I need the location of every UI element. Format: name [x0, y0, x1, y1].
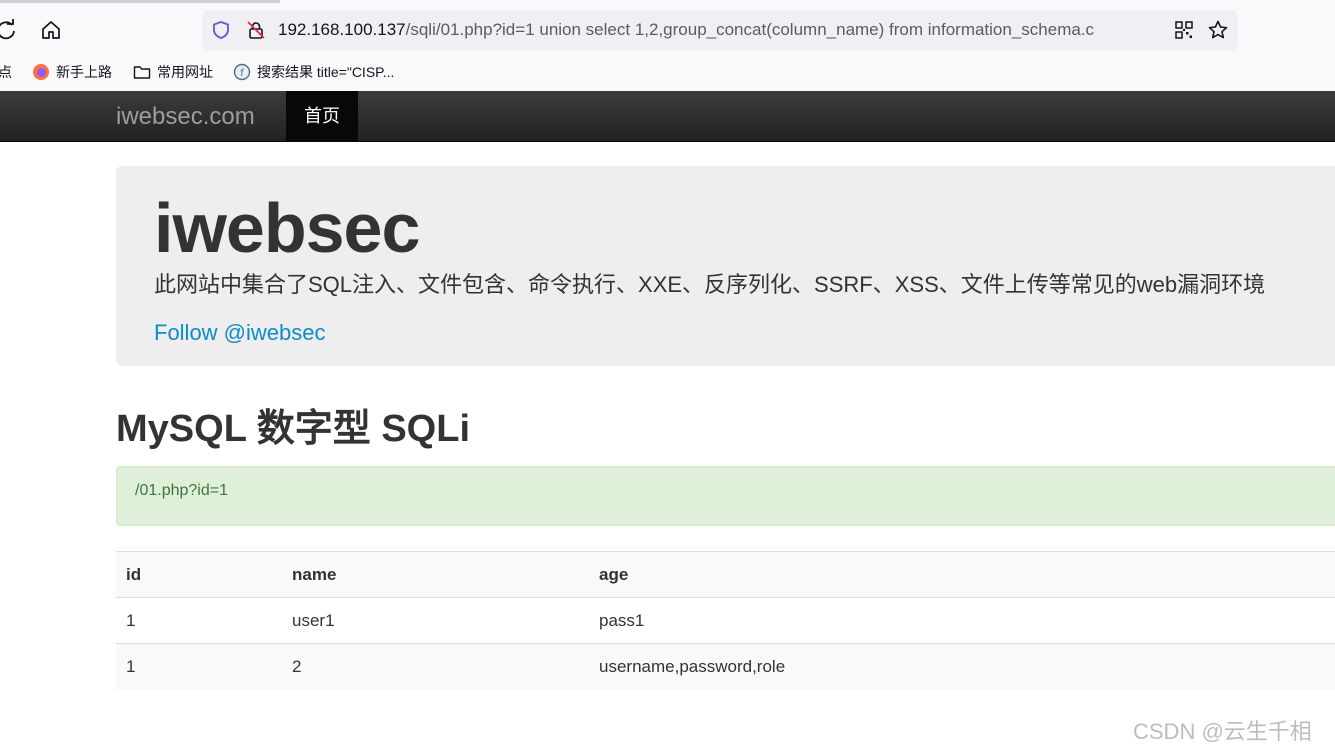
site-favicon-icon: f [233, 63, 251, 81]
alert-text: /01.php?id=1 [135, 482, 228, 499]
bookmark-label: 新手上路 [56, 64, 112, 80]
reload-icon[interactable] [0, 18, 18, 42]
nav-item-home[interactable]: 首页 [286, 91, 358, 142]
results-table: id name age 1 user1 pass1 1 2 username,p… [116, 551, 1335, 690]
table-cell: user1 [282, 597, 589, 644]
firefox-icon [32, 63, 50, 81]
table-cell: username,password,role [589, 643, 1335, 690]
jumbotron-description: 此网站中集合了SQL注入、文件包含、命令执行、XXE、反序列化、SSRF、XSS… [154, 272, 1266, 297]
shield-icon[interactable] [209, 18, 233, 42]
table-cell: pass1 [589, 597, 1335, 644]
site-navbar: iwebsec.com 首页 [0, 91, 1335, 142]
column-header-id: id [116, 551, 282, 598]
table-cell: 2 [282, 643, 589, 690]
bookmark-label: 常用网址 [157, 64, 213, 80]
address-bar[interactable]: 192.168.100.137/sqli/01.php?id=1 union s… [202, 10, 1238, 50]
bookmark-label: 点 [0, 64, 12, 80]
bookmark-star-icon[interactable] [1206, 18, 1230, 42]
follow-link[interactable]: Follow @iwebsec [154, 318, 326, 348]
bookmark-label: 搜索结果 title="CISP... [257, 64, 395, 80]
jumbotron-title: iwebsec [154, 189, 420, 267]
query-alert: /01.php?id=1 [116, 466, 1335, 526]
folder-icon [133, 63, 151, 81]
insecure-lock-icon[interactable] [244, 18, 268, 42]
column-header-age: age [589, 551, 1335, 598]
table-row: 1 2 username,password,role [116, 643, 1335, 690]
qr-code-icon[interactable] [1172, 18, 1196, 42]
table-header-row: id name age [116, 551, 1335, 598]
url-path: /sqli/01.php?id=1 union select 1,2,group… [405, 20, 1095, 39]
jumbotron: iwebsec 此网站中集合了SQL注入、文件包含、命令执行、XXE、反序列化、… [116, 166, 1335, 366]
browser-chrome: 192.168.100.137/sqli/01.php?id=1 union s… [0, 0, 1335, 91]
bookmark-item[interactable]: 点 [0, 58, 12, 86]
page-title: MySQL 数字型 SQLi [116, 408, 471, 450]
table-row: 1 user1 pass1 [116, 597, 1335, 644]
table-cell: 1 [116, 643, 282, 690]
svg-text:f: f [240, 68, 244, 79]
bookmark-item[interactable]: f 搜索结果 title="CISP... [233, 58, 394, 86]
home-icon[interactable] [39, 18, 63, 42]
url-host: 192.168.100.137 [278, 20, 406, 39]
site-brand-link[interactable]: iwebsec.com [116, 91, 255, 142]
bookmark-item[interactable]: 常用网址 [133, 58, 213, 86]
bookmark-item[interactable]: 新手上路 [32, 58, 112, 86]
table-cell: 1 [116, 597, 282, 644]
tab-strip-edge [0, 0, 280, 3]
url-text[interactable]: 192.168.100.137/sqli/01.php?id=1 union s… [278, 10, 1162, 50]
column-header-name: name [282, 551, 589, 598]
bookmarks-toolbar: 点 新手上路 常用网址 f 搜索结果 title="CISP... [0, 58, 1335, 86]
csdn-watermark: CSDN @云生千相 [1133, 719, 1312, 744]
